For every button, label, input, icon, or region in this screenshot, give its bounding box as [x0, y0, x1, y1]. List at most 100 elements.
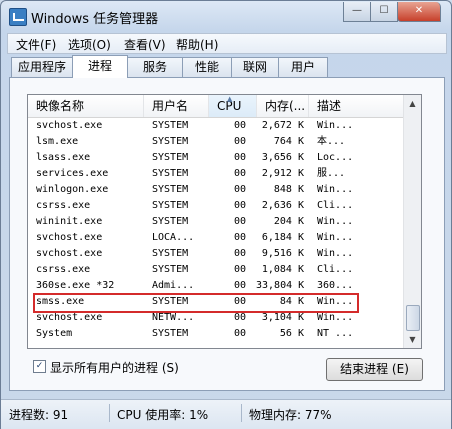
table-row[interactable]: services.exe SYSTEM 00 2,912 K 服...	[28, 166, 403, 182]
red-highlight-box	[33, 293, 359, 313]
status-divider	[241, 404, 242, 422]
scroll-down-icon[interactable]: ▼	[404, 331, 421, 348]
col-description[interactable]: 描述	[309, 95, 403, 117]
cell-image-name: lsass.exe	[36, 152, 91, 163]
tab-applications[interactable]: 应用程序	[11, 57, 73, 77]
scroll-thumb[interactable]	[406, 305, 420, 331]
table-row[interactable]: csrss.exe SYSTEM 00 2,636 K Cli...	[28, 198, 403, 214]
cell-user-name: LOCA...	[152, 232, 195, 243]
cell-image-name: System	[36, 328, 73, 339]
cell-user-name: SYSTEM	[152, 136, 189, 147]
cell-memory: 6,184 K	[261, 232, 304, 243]
table-row[interactable]: svchost.exe LOCA... 00 6,184 K Win...	[28, 230, 403, 246]
cell-user-name: SYSTEM	[152, 120, 189, 131]
col-cpu[interactable]: ▲ CPU	[209, 95, 257, 117]
cell-image-name: lsm.exe	[36, 136, 79, 147]
status-process-count: 进程数: 91	[9, 408, 69, 422]
tab-performance[interactable]: 性能	[182, 57, 232, 77]
cell-cpu: 00	[233, 248, 246, 259]
cell-cpu: 00	[233, 168, 246, 179]
cell-description: 服...	[317, 168, 346, 179]
cell-memory: 764 K	[273, 136, 304, 147]
tab-users[interactable]: 用户	[278, 57, 328, 77]
cell-memory: 3,656 K	[261, 152, 304, 163]
menu-bar: 文件(F) 选项(O) 查看(V) 帮助(H)	[7, 33, 447, 54]
cell-image-name: wininit.exe	[36, 216, 103, 227]
sort-up-icon: ▲	[227, 95, 233, 103]
cell-cpu: 00	[233, 136, 246, 147]
cell-cpu: 00	[233, 152, 246, 163]
cell-image-name: 360se.exe *32	[36, 280, 115, 291]
tab-services[interactable]: 服务	[127, 57, 183, 77]
cell-image-name: services.exe	[36, 168, 109, 179]
cell-description: NT ...	[317, 328, 354, 339]
menu-help[interactable]: 帮助(H)	[176, 36, 218, 53]
cell-description: Cli...	[317, 264, 354, 275]
cell-cpu: 00	[233, 184, 246, 195]
end-process-button[interactable]: 结束进程 (E)	[326, 358, 423, 381]
cell-memory: 848 K	[273, 184, 304, 195]
cell-cpu: 00	[233, 328, 246, 339]
cell-image-name: svchost.exe	[36, 232, 103, 243]
cell-description: 360...	[317, 280, 354, 291]
cell-description: Win...	[317, 248, 354, 259]
minimize-button[interactable]: —	[343, 2, 371, 22]
cell-user-name: SYSTEM	[152, 200, 189, 211]
vertical-scrollbar[interactable]: ▲ ▼	[403, 95, 421, 348]
cell-image-name: winlogon.exe	[36, 184, 109, 195]
cell-user-name: SYSTEM	[152, 168, 189, 179]
cell-memory: 2,912 K	[261, 168, 304, 179]
status-bar: 进程数: 91 CPU 使用率: 1% 物理内存: 77%	[1, 399, 451, 429]
table-row[interactable]: System SYSTEM 00 56 K NT ...	[28, 326, 403, 342]
cell-image-name: csrss.exe	[36, 200, 91, 211]
cell-user-name: SYSTEM	[152, 328, 189, 339]
table-row[interactable]: svchost.exe SYSTEM 00 9,516 K Win...	[28, 246, 403, 262]
window-title: Windows 任务管理器	[31, 12, 159, 27]
tab-networking[interactable]: 联网	[231, 57, 279, 77]
cell-description: Win...	[317, 232, 354, 243]
title-bar[interactable]: Windows 任务管理器 — ☐ ✕	[1, 1, 451, 31]
scroll-up-icon[interactable]: ▲	[404, 95, 421, 112]
cell-cpu: 00	[233, 120, 246, 131]
table-row[interactable]: 360se.exe *32 Admi... 00 33,804 K 360...	[28, 278, 403, 294]
table-row[interactable]: winlogon.exe SYSTEM 00 848 K Win...	[28, 182, 403, 198]
cell-memory: 1,084 K	[261, 264, 304, 275]
cell-user-name: SYSTEM	[152, 152, 189, 163]
table-row[interactable]: lsm.exe SYSTEM 00 764 K 本...	[28, 134, 403, 150]
cell-memory: 33,804 K	[256, 280, 305, 291]
cell-description: Cli...	[317, 200, 354, 211]
col-memory[interactable]: 内存(...	[257, 95, 309, 117]
cell-description: Win...	[317, 216, 354, 227]
status-physical-memory: 物理内存: 77%	[249, 408, 332, 422]
close-button[interactable]: ✕	[397, 2, 441, 22]
table-row[interactable]: svchost.exe SYSTEM 00 2,672 K Win...	[28, 118, 403, 134]
show-all-users-checkbox[interactable]: ✓	[33, 360, 46, 373]
col-image-name[interactable]: 映像名称	[28, 95, 144, 117]
column-header: 映像名称 用户名 ▲ CPU 内存(... 描述	[28, 95, 403, 118]
cell-user-name: Admi...	[152, 280, 195, 291]
cell-user-name: SYSTEM	[152, 216, 189, 227]
status-divider	[109, 404, 110, 422]
tab-processes[interactable]: 进程	[72, 55, 128, 78]
menu-view[interactable]: 查看(V)	[124, 36, 166, 53]
table-row[interactable]: wininit.exe SYSTEM 00 204 K Win...	[28, 214, 403, 230]
show-all-users-label[interactable]: 显示所有用户的进程 (S)	[50, 359, 179, 376]
cell-user-name: SYSTEM	[152, 264, 189, 275]
cell-memory: 9,516 K	[261, 248, 304, 259]
table-row[interactable]: csrss.exe SYSTEM 00 1,084 K Cli...	[28, 262, 403, 278]
cell-description: 本...	[317, 136, 346, 147]
cell-cpu: 00	[233, 200, 246, 211]
cell-image-name: svchost.exe	[36, 120, 103, 131]
cell-description: Win...	[317, 184, 354, 195]
cell-memory: 56 K	[279, 328, 304, 339]
table-row[interactable]: lsass.exe SYSTEM 00 3,656 K Loc...	[28, 150, 403, 166]
cell-cpu: 00	[233, 280, 246, 291]
menu-options[interactable]: 选项(O)	[68, 36, 111, 53]
cell-user-name: SYSTEM	[152, 184, 189, 195]
cell-cpu: 00	[233, 264, 246, 275]
maximize-button[interactable]: ☐	[370, 2, 398, 22]
status-cpu-usage: CPU 使用率: 1%	[117, 408, 209, 422]
col-user-name[interactable]: 用户名	[144, 95, 209, 117]
cell-description: Loc...	[317, 152, 354, 163]
menu-file[interactable]: 文件(F)	[16, 36, 56, 53]
